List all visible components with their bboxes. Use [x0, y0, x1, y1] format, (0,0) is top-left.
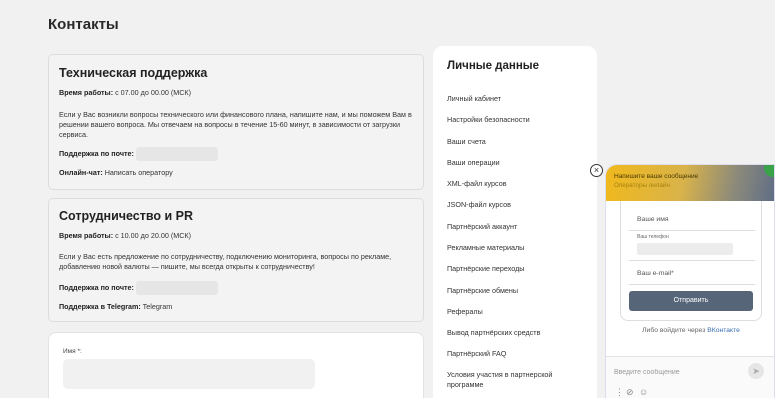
support-chat: Онлайн-чат: Написать оператору: [59, 168, 173, 177]
sidebar-item-xml[interactable]: XML-файл курсов: [447, 179, 587, 189]
support-description: Если у Вас возникли вопросы технического…: [59, 110, 412, 139]
sidebar-item-security[interactable]: Настройки безопасности: [447, 115, 587, 125]
name-input[interactable]: [63, 359, 315, 389]
sidebar-title: Личные данные: [447, 60, 539, 72]
message-input[interactable]: [614, 365, 744, 379]
write-operator-link[interactable]: Написать оператору: [103, 168, 173, 177]
sidebar-item-json[interactable]: JSON-файл курсов: [447, 200, 587, 210]
page-title: Контакты: [48, 16, 119, 33]
chat-name-field[interactable]: Ваше имя: [629, 209, 755, 231]
partnership-title: Сотрудничество и PR: [59, 209, 194, 223]
partnership-email-value: [135, 281, 218, 295]
support-title: Техническая поддержка: [59, 66, 208, 80]
chat-header-title: Напишите ваше сообщение: [614, 173, 699, 180]
support-email-value: [135, 147, 218, 161]
online-indicator-icon: [764, 165, 774, 177]
sidebar-item-partner-exchanges[interactable]: Партнёрские обмены: [447, 286, 587, 296]
support-email: Поддержка по почте:: [59, 147, 218, 161]
name-label: Имя *:: [63, 348, 82, 355]
sidebar-item-accounts[interactable]: Ваши счета: [447, 137, 587, 147]
partnership-description: Если у Вас есть предложение по сотруднич…: [59, 252, 392, 271]
chat-phone-field[interactable]: Ваш телефон: [629, 231, 755, 261]
partnership-card: Сотрудничество и PR Время работы: с 10.0…: [48, 198, 424, 322]
menu-icon[interactable]: ⋮: [615, 387, 624, 398]
sidebar-item-partner-account[interactable]: Партнёрский аккаунт: [447, 222, 587, 232]
sidebar-item-promo[interactable]: Рекламные материалы: [447, 243, 587, 253]
chat-email-field[interactable]: Ваш e-mail*: [629, 261, 755, 285]
partnership-telegram: Поддержка в Telegram: Telegram: [59, 302, 173, 311]
send-message-icon[interactable]: ➤: [748, 363, 764, 379]
send-button[interactable]: Отправить: [629, 291, 753, 311]
sidebar-item-terms[interactable]: Условия участия в партнерской программе: [447, 370, 587, 390]
vk-login-line: Либо войдите через ВКонтакте: [642, 327, 740, 334]
chat-header-status: Операторы онлайн: [614, 182, 670, 189]
sidebar-item-withdraw[interactable]: Вывод партнёрских средств: [447, 328, 587, 338]
partnership-hours: Время работы: с 10.00 до 20.00 (МСК): [59, 231, 191, 240]
message-bar: ➤ ⋮ ⊘ ☺: [606, 356, 774, 398]
support-hours: Время работы: с 07.00 до 00.00 (МСК): [59, 88, 191, 97]
sidebar-item-referrals[interactable]: Рефералы: [447, 307, 587, 317]
support-card: Техническая поддержка Время работы: с 07…: [48, 54, 424, 190]
telegram-link[interactable]: Telegram: [141, 302, 173, 311]
attach-icon[interactable]: ⊘: [626, 387, 634, 398]
chat-widget: Напишите ваше сообщение Операторы онлайн…: [605, 164, 775, 398]
emoji-icon[interactable]: ☺: [639, 387, 648, 397]
vk-login-link[interactable]: ВКонтакте: [707, 327, 740, 334]
sidebar-item-account[interactable]: Личный кабинет: [447, 94, 587, 104]
sidebar-item-partner-clicks[interactable]: Партнёрские переходы: [447, 264, 587, 274]
contact-form: Имя *:: [48, 332, 424, 398]
partnership-email: Поддержка по почте:: [59, 281, 218, 295]
sidebar-item-operations[interactable]: Ваши операции: [447, 158, 587, 168]
close-icon[interactable]: ×: [590, 164, 603, 177]
sidebar-item-faq[interactable]: Партнёрский FAQ: [447, 349, 587, 359]
chat-header: Напишите ваше сообщение Операторы онлайн: [606, 165, 774, 201]
chat-contact-form: Ваше имя Ваш телефон Ваш e-mail* Отправи…: [620, 201, 762, 321]
chat-phone-value: [637, 243, 733, 255]
personal-data-sidebar: Личные данные Личный кабинет Настройки б…: [433, 46, 597, 398]
